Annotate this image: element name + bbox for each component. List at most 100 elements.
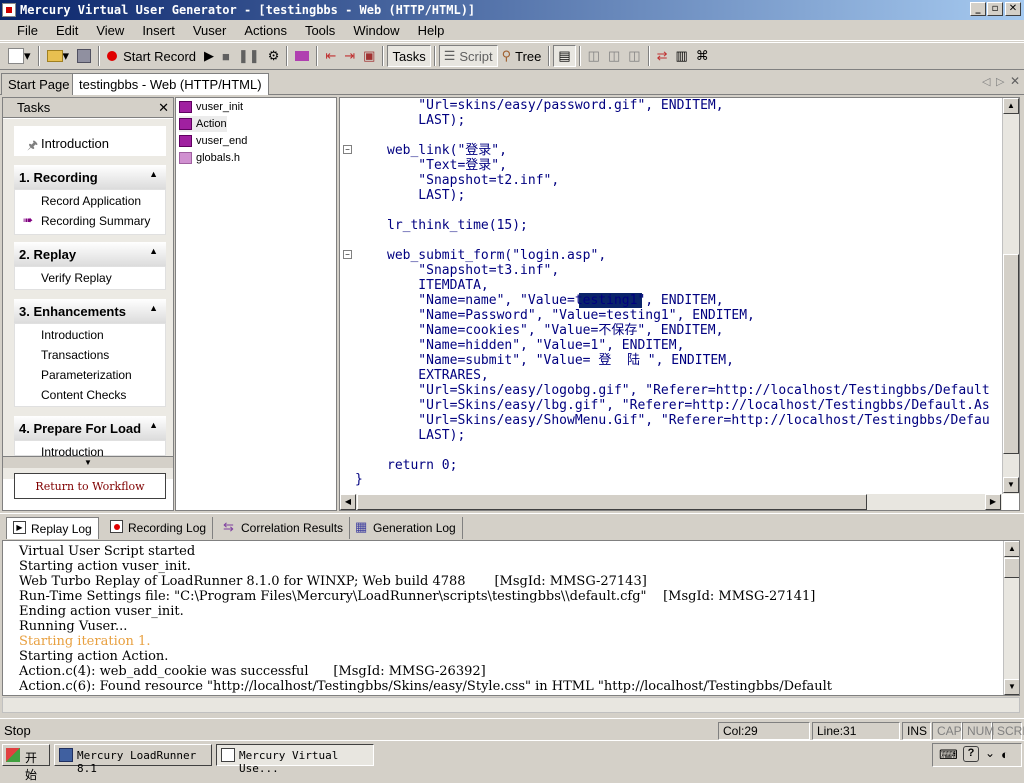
save-button[interactable] [73, 45, 95, 67]
document-tabs: Start Page testingbbs - Web (HTTP/HTML) … [0, 71, 1024, 95]
restore-button[interactable]: ▫ [987, 2, 1003, 16]
tab-prev-icon[interactable]: ◁ [982, 75, 990, 88]
fold-icon[interactable]: − [343, 250, 352, 259]
transactions-button[interactable]: ▥ [671, 45, 691, 67]
tasks-button[interactable]: Tasks [387, 45, 431, 67]
toolbar-separator [98, 46, 101, 66]
task-enh-introduction[interactable]: Introduction [41, 328, 104, 342]
tree-view-button[interactable]: ⚲ Tree [498, 45, 546, 67]
collapse-icon[interactable]: ▲ [149, 246, 158, 256]
snapshot-button[interactable]: ▤ [553, 45, 576, 67]
code-line: } [355, 472, 363, 487]
tools-button[interactable]: ⌘ [692, 45, 713, 67]
run-button[interactable]: ▶ [200, 45, 218, 67]
tasks-close-icon[interactable]: ✕ [158, 100, 169, 116]
tree-item-globals[interactable]: globals.h [179, 150, 240, 166]
menu-insert[interactable]: Insert [133, 23, 184, 38]
minimize-button[interactable]: _ [970, 2, 986, 16]
tab-next-icon[interactable]: ▷ [996, 75, 1004, 88]
scroll-thumb[interactable] [357, 494, 867, 510]
correlation-button[interactable]: ⇄ [653, 45, 672, 67]
open-button[interactable]: ▾ [43, 45, 74, 67]
replay-log-output[interactable]: Virtual User Script started Starting act… [2, 540, 1020, 696]
taskbar-vugen[interactable]: Mercury Virtual Use... [216, 744, 374, 775]
collapse-icon[interactable]: ▲ [149, 303, 158, 313]
menu-file[interactable]: File [8, 23, 47, 38]
task-verify-replay[interactable]: Verify Replay [41, 271, 112, 285]
language-icon[interactable]: ⌄ [985, 746, 995, 760]
start-record-button[interactable]: Start Record [103, 45, 200, 67]
menu-actions[interactable]: Actions [235, 23, 296, 38]
runtime-settings-icon: ⇥ [344, 48, 356, 63]
log-horizontal-scrollbar[interactable] [2, 697, 1020, 713]
compile-button[interactable] [291, 45, 313, 67]
taskbar-loadrunner[interactable]: Mercury LoadRunner 8.1 [54, 744, 212, 775]
scroll-left-icon[interactable]: ◀ [340, 494, 356, 510]
editor-vertical-scrollbar[interactable]: ▲ ▼ [1002, 98, 1019, 494]
section-replay[interactable]: 2. Replay ▲ [14, 242, 166, 266]
task-content-checks[interactable]: Content Checks [41, 388, 126, 402]
scroll-thumb[interactable] [1003, 254, 1019, 454]
new-button[interactable]: ▾ [4, 45, 35, 67]
volume-icon[interactable]: ◐ [1001, 747, 1009, 762]
code-line-selected: "Name=name", "Value=testing1", ENDITEM, [387, 293, 724, 308]
task-record-application[interactable]: Record Application [41, 194, 141, 208]
fold-icon[interactable]: − [343, 145, 352, 154]
menu-tools[interactable]: Tools [296, 23, 344, 38]
scroll-down-icon[interactable]: ▼ [1003, 477, 1019, 493]
task-parameterization[interactable]: Parameterization [41, 368, 132, 382]
pause-button[interactable]: ❚❚ [234, 45, 264, 67]
script-view-button[interactable]: ☰ Script [438, 45, 498, 67]
menu-vuser[interactable]: Vuser [184, 23, 235, 38]
menu-view[interactable]: View [87, 23, 133, 38]
task-recording-summary[interactable]: Recording Summary [41, 214, 150, 228]
tasks-header: Tasks ✕ [3, 98, 173, 118]
tree-item-vuser-end[interactable]: vuser_end [179, 133, 247, 149]
close-button[interactable]: ✕ [1005, 2, 1021, 16]
stop-button[interactable]: ■ [218, 45, 234, 67]
collapse-icon[interactable]: ▲ [149, 169, 158, 179]
tree-item-vuser-init[interactable]: vuser_init [179, 99, 243, 115]
log-vertical-scrollbar[interactable]: ▲ ▼ [1003, 541, 1019, 695]
editor-horizontal-scrollbar[interactable]: ◀ ▶ [340, 494, 1002, 510]
section-enhancements[interactable]: 3. Enhancements ▲ [14, 299, 166, 323]
settings-button[interactable]: ⚙ [264, 45, 284, 67]
tasks-scroll-down[interactable]: ▼ [3, 456, 173, 468]
insert-step-button[interactable]: ⇤ [321, 45, 340, 67]
tab-testingbbs[interactable]: testingbbs - Web (HTTP/HTML) [72, 73, 269, 95]
menu-window[interactable]: Window [344, 23, 408, 38]
task-introduction[interactable]: Introduction [41, 136, 109, 151]
layout-button-1[interactable]: ◫ [584, 45, 604, 67]
scroll-down-icon[interactable]: ▼ [1004, 679, 1019, 695]
tab-recording-log[interactable]: Recording Log [104, 517, 214, 539]
section-recording[interactable]: 1. Recording ▲ [14, 165, 166, 189]
scroll-up-icon[interactable]: ▲ [1003, 98, 1019, 114]
scroll-right-icon[interactable]: ▶ [985, 494, 1001, 510]
log-line: Virtual User Script started [19, 544, 196, 559]
tree-item-action[interactable]: Action [179, 116, 227, 132]
tab-replay-log[interactable]: ▶ Replay Log [6, 517, 99, 539]
task-transactions[interactable]: Transactions [41, 348, 109, 362]
tab-close-icon[interactable]: ✕ [1010, 74, 1020, 88]
tab-start-page[interactable]: Start Page [1, 73, 77, 95]
code-line: "Url=Skins/easy/ShowMenu.Gif", "Referer=… [387, 413, 990, 428]
section-prepare-for-load[interactable]: 4. Prepare For Load ▲ [14, 416, 166, 440]
tab-correlation-results[interactable]: ⇆ Correlation Results [217, 517, 351, 539]
menu-edit[interactable]: Edit [47, 23, 87, 38]
scroll-thumb[interactable] [1004, 558, 1019, 578]
layout-button-3[interactable]: ◫ [624, 45, 644, 67]
return-to-workflow-button[interactable]: Return to Workflow [14, 473, 166, 499]
collapse-icon[interactable]: ▲ [149, 420, 158, 430]
keyboard-icon[interactable]: ⌨ [939, 747, 958, 763]
scroll-up-icon[interactable]: ▲ [1004, 541, 1019, 557]
help-icon[interactable]: ? [963, 746, 979, 762]
tab-generation-log[interactable]: ▦ Generation Log [349, 517, 463, 539]
code-line: "Name=submit", "Value= 登 陆 ", ENDITEM, [387, 353, 734, 368]
task-load-introduction[interactable]: Introduction [41, 445, 104, 456]
runtime-settings-button[interactable]: ⇥ [340, 45, 359, 67]
start-button[interactable]: 开始 [2, 744, 50, 782]
code-line: LAST); [387, 428, 466, 443]
menu-help[interactable]: Help [409, 23, 454, 38]
layout-button-2[interactable]: ◫ [604, 45, 624, 67]
parameter-button[interactable]: ▣ [359, 45, 379, 67]
